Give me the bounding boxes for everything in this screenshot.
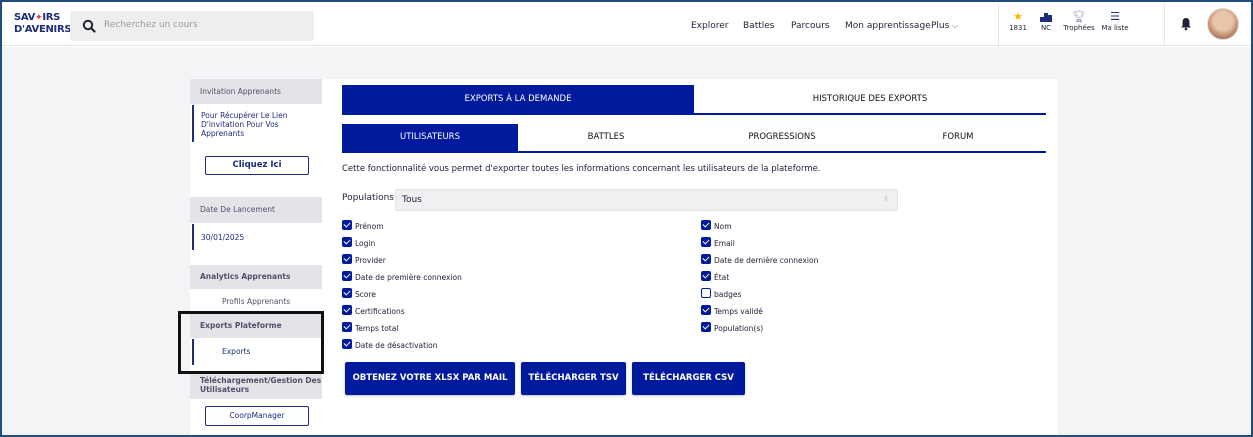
checkbox-date-de-derni-re-connexion[interactable]: Date de dernière connexion	[701, 254, 818, 266]
header-divider	[1164, 4, 1165, 46]
top-header: SAV✦IRS D'AVENIRS Recherchez un cours Ex…	[2, 2, 1251, 46]
populations-label: Populations	[342, 193, 394, 203]
sidebar-invitation-title: Invitation Apprenants	[190, 79, 322, 104]
sidebar-analytics-title: Analytics Apprenants	[190, 265, 322, 289]
chevron-down-icon: ⌵	[952, 22, 958, 30]
export-description: Cette fonctionnalité vous permet d'expor…	[342, 164, 821, 174]
tab-underline	[342, 113, 1046, 115]
download-tsv-button[interactable]: TÉLÉCHARGER TSV	[521, 362, 626, 395]
nav-explorer[interactable]: Explorer	[691, 21, 728, 31]
checkbox-unchecked-icon[interactable]	[701, 288, 711, 298]
checkbox-checked-icon[interactable]	[342, 220, 352, 230]
checkbox-checked-icon[interactable]	[342, 254, 352, 264]
checkbox-checked-icon[interactable]	[342, 271, 352, 281]
checkbox-score[interactable]: Score	[342, 288, 376, 300]
list-icon: ☰	[1110, 10, 1120, 23]
checkbox-label: Date de dernière connexion	[714, 256, 819, 265]
tab-exports-a-la-demande[interactable]: EXPORTS À LA DEMANDE	[342, 85, 694, 113]
checkbox-temps-valid[interactable]: Temps validé	[701, 305, 763, 317]
stat-trophies[interactable]: 🏆︎ Trophées	[1062, 10, 1096, 32]
checkbox-checked-icon[interactable]	[701, 271, 711, 281]
tab-historique-des-exports[interactable]: HISTORIQUE DES EXPORTS	[694, 85, 1046, 113]
checkbox-checked-icon[interactable]	[701, 254, 711, 264]
checkbox-label: badges	[714, 290, 742, 299]
checkbox-label: Date de première connexion	[355, 273, 462, 282]
checkbox-label: Temps validé	[714, 307, 763, 316]
checkbox-checked-icon[interactable]	[701, 220, 711, 230]
search-input[interactable]: Recherchez un cours	[104, 20, 198, 30]
podium-icon	[1040, 13, 1052, 22]
checkbox-label: Certifications	[355, 307, 405, 316]
checkbox-pr-nom[interactable]: Prénom	[342, 220, 384, 232]
checkbox-label: Date de désactivation	[355, 341, 438, 350]
nav-parcours[interactable]: Parcours	[791, 21, 830, 31]
invitation-link-button[interactable]: Cliquez Ici	[205, 156, 309, 175]
checkbox-date-de-premi-re-connexion[interactable]: Date de première connexion	[342, 271, 462, 283]
download-csv-button[interactable]: TÉLÉCHARGER CSV	[632, 362, 745, 395]
checkbox-label: Nom	[714, 222, 732, 231]
highlight-annotation	[178, 311, 324, 374]
checkbox-label: Score	[355, 290, 377, 299]
sidebar-launch-title: Date De Lancement	[190, 197, 322, 223]
checkbox-population-s[interactable]: Population(s)	[701, 322, 763, 334]
checkbox-certifications[interactable]: Certifications	[342, 305, 405, 317]
checkbox-provider[interactable]: Provider	[342, 254, 386, 266]
bell-icon[interactable]	[1178, 16, 1194, 32]
stat-ranking[interactable]: NC	[1036, 10, 1056, 32]
avatar[interactable]	[1207, 8, 1239, 40]
checkbox-checked-icon[interactable]	[342, 237, 352, 247]
subtab-underline	[342, 151, 1046, 153]
search-bar[interactable]: Recherchez un cours	[70, 11, 314, 41]
search-icon	[82, 19, 96, 33]
checkbox-label: État	[714, 273, 730, 282]
checkbox-label: Provider	[355, 256, 386, 265]
checkbox-checked-icon[interactable]	[701, 305, 711, 315]
checkbox-checked-icon[interactable]	[342, 339, 352, 349]
checkbox-email[interactable]: Email	[701, 237, 735, 249]
checkbox-checked-icon[interactable]	[342, 322, 352, 332]
checkbox-nom[interactable]: Nom	[701, 220, 732, 232]
tab-utilisateurs[interactable]: UTILISATEURS	[342, 124, 518, 151]
star-icon: ★	[1013, 10, 1023, 23]
checkbox-checked-icon[interactable]	[342, 288, 352, 298]
checkbox-date-de-d-sactivation[interactable]: Date de désactivation	[342, 339, 438, 351]
xlsx-mail-button[interactable]: OBTENEZ VOTRE XLSX PAR MAIL	[345, 362, 515, 395]
checkbox-checked-icon[interactable]	[342, 305, 352, 315]
trophy-icon: 🏆︎	[1072, 10, 1086, 23]
header-divider	[998, 4, 999, 46]
tab-forum[interactable]: FORUM	[870, 124, 1046, 151]
checkbox-badges[interactable]: badges	[701, 288, 741, 300]
tab-progressions[interactable]: PROGRESSIONS	[694, 124, 870, 151]
nav-mon-apprentissage[interactable]: Mon apprentissage	[845, 21, 931, 31]
select-arrows-icon: ⇳	[883, 195, 889, 203]
stat-my-list[interactable]: ☰ Ma liste	[1098, 10, 1132, 32]
checkbox-label: Prénom	[355, 222, 384, 231]
checkbox-tat[interactable]: État	[701, 271, 729, 283]
sidebar-download-title: Téléchargement/Gestion Des Utilisateurs	[190, 372, 322, 399]
checkbox-login[interactable]: Login	[342, 237, 375, 249]
sidebar-marker	[192, 224, 194, 250]
nav-battles[interactable]: Battles	[743, 21, 774, 31]
populations-select[interactable]: Tous ⇳	[395, 189, 898, 211]
logo[interactable]: SAV✦IRS D'AVENIRS	[14, 12, 72, 38]
sidebar-marker	[192, 105, 194, 142]
checkbox-checked-icon[interactable]	[701, 237, 711, 247]
checkbox-temps-total[interactable]: Temps total	[342, 322, 398, 334]
checkbox-label: Temps total	[355, 324, 399, 333]
nav-plus[interactable]: Plus ⌵	[931, 21, 958, 31]
checkbox-checked-icon[interactable]	[701, 322, 711, 332]
launch-date: 30/01/2025	[201, 233, 245, 242]
tab-battles[interactable]: BATTLES	[518, 124, 694, 151]
checkbox-label: Population(s)	[714, 324, 764, 333]
sidebar-item-profils-apprenants[interactable]: Profils Apprenants	[222, 297, 290, 306]
coorpmanager-button[interactable]: CoorpManager	[205, 406, 309, 426]
checkbox-label: Login	[355, 239, 376, 248]
sidebar-invitation-text: Pour Récupérer Le Lien D'invitation Pour…	[201, 111, 288, 138]
checkbox-label: Email	[714, 239, 735, 248]
stat-points[interactable]: ★ 1831	[1006, 10, 1030, 32]
